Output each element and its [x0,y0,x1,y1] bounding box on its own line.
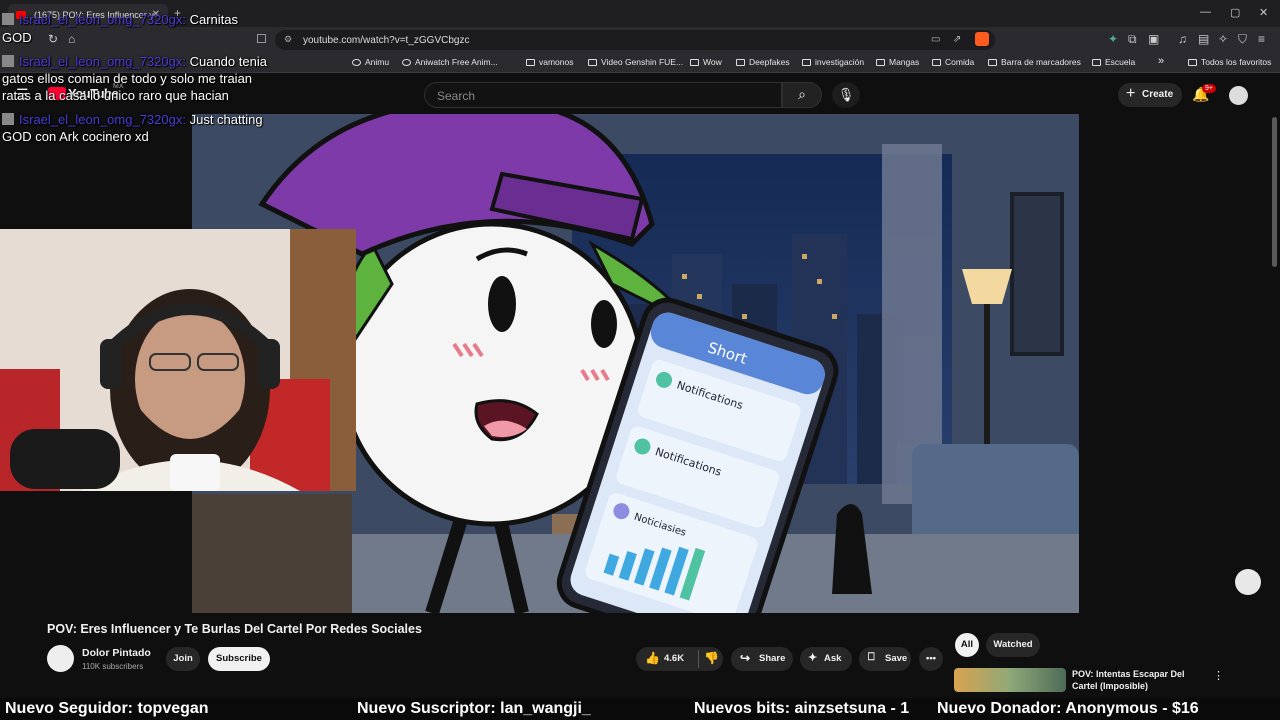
streamer-webcam [0,229,356,491]
notification-badge: 9+ [1202,84,1216,93]
voice-search-button[interactable]: 🎙 [832,82,860,108]
thumbs-down-icon[interactable]: 👎 [704,651,719,665]
subscriber-count: 110K subscribers [82,662,144,671]
ask-button[interactable]: ✦ Ask [800,647,852,671]
extension-icon[interactable]: ✦ [1108,32,1118,46]
bookmark-wow[interactable]: Wow [690,57,722,67]
bookmark-investigacion[interactable]: investigación [802,57,864,67]
page-scrollbar[interactable] [1272,117,1277,267]
ticker-subscriber: Nuevo Suscriptor: lan_wangji_ [357,700,591,717]
bookmark-escuela[interactable]: Escuela [1092,57,1135,67]
save-button[interactable]: ⎕ Save [859,647,911,671]
address-bar[interactable]: ⚙ youtube.com/watch?v=t_zGGVCbgzc ▭ ⇗ [275,30,995,50]
puzzle-icon[interactable]: ⧉ [1128,32,1137,47]
chat-message: GOD con Ark cocinero xd [2,129,149,144]
reload-icon[interactable]: ↻ [48,32,58,46]
more-horizontal-icon: ••• [926,653,936,664]
bookmarks-overflow-icon[interactable]: » [1158,55,1164,67]
microphone-icon: 🎙 [837,87,855,102]
sidebar-toggle-icon[interactable]: ▣ [1148,32,1159,46]
chat-message: Israel_el_leon_omg_7320gx: Carnitas [2,12,238,27]
bookmark-comida[interactable]: Comida [932,57,974,67]
more-actions-button[interactable]: ••• [919,647,943,671]
floating-assistant-icon[interactable] [1235,569,1261,595]
chat-badge-icon [2,113,14,125]
chat-message: gatos ellos comian de todo y solo me tra… [2,71,253,86]
home-icon[interactable]: ⌂ [68,32,75,46]
chat-badge-icon [2,55,14,67]
sparkle-icon: ✦ [808,652,818,664]
recommended-thumbnail[interactable] [954,668,1066,692]
window-close-icon[interactable]: ✕ [1259,6,1268,19]
vpn-icon[interactable]: ⛉ [1238,32,1247,47]
menu-icon[interactable]: ≡ [1258,32,1265,46]
chat-message: Israel_el_leon_omg_7320gx: Cuando tenia [2,54,267,69]
plus-icon: + [1126,85,1136,102]
browser-toolbar: ↻ ⌂ ☐ ⚙ youtube.com/watch?v=t_zGGVCbgzc … [0,27,1280,53]
like-divider [698,650,699,668]
url-text: youtube.com/watch?v=t_zGGVCbgzc [303,35,470,46]
like-button[interactable]: 👍 4.6K 👎 [636,647,723,671]
bookmark-deepfakes[interactable]: Deepfakes [736,57,790,67]
bookmark-barra[interactable]: Barra de marcadores [988,57,1081,67]
chat-message: Israel_el_leon_omg_7320gx: Just chatting [2,112,263,127]
share-page-icon[interactable]: ⇗ [953,34,961,45]
channel-avatar[interactable] [47,645,74,672]
thumbs-up-icon: 👍 [645,651,660,665]
join-button[interactable]: Join [166,647,200,671]
video-title: POV: Eres Influencer y Te Burlas Del Car… [47,622,422,636]
chat-message: GOD [2,30,32,45]
bookmark-mangas[interactable]: Mangas [876,57,919,67]
filter-chip-all[interactable]: All [955,633,979,657]
chat-badge-icon [2,13,14,25]
webcam-frame [0,229,356,491]
ai-icon[interactable]: ✧ [1218,32,1228,46]
music-icon[interactable]: ♫ [1178,32,1187,46]
bookmark-vamonos[interactable]: vamonos [526,57,574,67]
search-icon: ⌕ [798,86,806,102]
ticker-bits: Nuevos bits: ainzsetsuna - 1 [694,700,910,717]
recommended-title[interactable]: POV: Intentas Escapar Del Cartel (Imposi… [1072,668,1202,692]
ticker-follower: Nuevo Seguidor: topvegan [5,700,209,717]
search-button[interactable]: ⌕ [782,82,822,108]
chat-message: ratas a la casa lo unico raro que hacian [2,88,229,103]
cast-icon[interactable]: ▭ [931,34,940,45]
share-button[interactable]: ↪ Share [731,647,793,671]
search-input[interactable]: Search [424,82,782,108]
site-info-icon[interactable]: ⚙ [284,34,292,45]
channel-name[interactable]: Dolor Pintado [82,647,151,659]
account-avatar[interactable] [1229,86,1248,105]
brave-shield-icon[interactable] [975,32,989,46]
subscribe-button[interactable]: Subscribe [208,647,270,671]
bookmark-aniwatch[interactable]: Aniwatch Free Anim... [402,57,498,67]
ticker-donor: Nuevo Donador: Anonymous - $16 [937,700,1199,717]
bookmark-icon[interactable]: ☐ [256,32,267,46]
maximize-icon[interactable]: ▢ [1230,6,1240,19]
share-icon: ↪ [740,651,751,665]
bookmark-all[interactable]: Todos los favoritos [1188,57,1271,67]
bookmark-animu[interactable]: Animu [352,57,389,67]
minimize-icon[interactable]: — [1200,6,1211,18]
wallet-icon[interactable]: ▤ [1198,32,1209,46]
bookmark-genshin[interactable]: Video Genshin FUE... [588,57,683,67]
stream-alerts-ticker: Nuevo Seguidor: topvegan Nuevo Suscripto… [0,698,1280,720]
save-bookmark-icon: ⎕ [868,651,875,663]
recommended-more-icon[interactable]: ⋮ [1213,669,1224,682]
create-button[interactable]: + Create [1118,83,1182,107]
filter-chip-watched[interactable]: Watched [986,633,1040,657]
